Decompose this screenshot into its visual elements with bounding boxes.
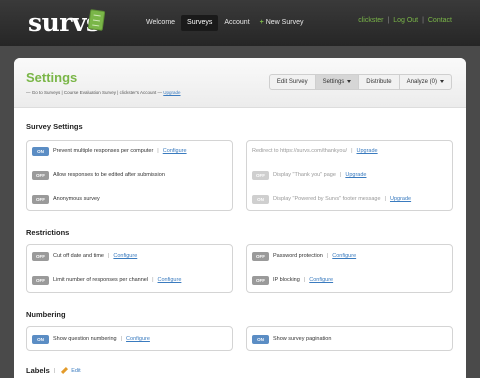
chevron-down-icon <box>347 79 352 83</box>
page-header: Settings — Go to Surveys | Course Evalua… <box>14 58 466 108</box>
upgrade-link[interactable]: Upgrade <box>390 196 411 202</box>
separator: | <box>326 253 329 259</box>
setting-label: Anonymous survey <box>53 196 100 202</box>
restrictions-right-box: OFF Password protection | Configure OFF … <box>246 244 453 293</box>
nav-account[interactable]: Account <box>218 15 255 31</box>
separator: | <box>53 367 56 374</box>
setting-label: Cut off date and time <box>53 253 104 259</box>
labels-edit-link[interactable]: Edit <box>71 368 80 374</box>
numbering-right-box: ON Show survey pagination <box>246 326 453 351</box>
setting-row: OFF Cut off date and time | Configure <box>32 251 137 261</box>
upgrade-link[interactable]: Upgrade <box>357 148 378 154</box>
page-title: Settings <box>26 70 78 85</box>
tab-settings-label: Settings <box>322 79 345 85</box>
toggle-switch[interactable]: OFF <box>252 251 269 261</box>
separator: | <box>351 148 353 154</box>
nav-welcome: Welcome <box>146 19 176 26</box>
toggle-switch[interactable]: OFF <box>32 170 49 180</box>
setting-label: Display "Powered by Survs" footer messag… <box>273 196 381 202</box>
separator: | <box>120 336 123 342</box>
toggle-switch[interactable]: OFF <box>252 275 269 285</box>
chevron-down-icon <box>440 79 444 83</box>
setting-label: Password protection <box>273 253 323 259</box>
setting-label: Limit number of responses per channel <box>53 277 149 283</box>
nav-new-survey[interactable]: New Survey <box>266 15 310 31</box>
breadcrumb-upgrade-link[interactable]: Upgrade <box>163 90 180 95</box>
setting-row: OFF Limit number of responses per channe… <box>32 275 181 285</box>
configure-link[interactable]: Configure <box>309 277 333 283</box>
logout-link[interactable]: Log Out <box>393 17 418 24</box>
tab-analyze[interactable]: Analyze (0) <box>400 75 451 89</box>
separator: | <box>422 17 424 24</box>
contact-link[interactable]: Contact <box>428 17 452 24</box>
separator: | <box>157 148 159 154</box>
setting-row: OFF IP blocking | Configure <box>252 275 333 285</box>
plus-icon: + <box>259 19 264 26</box>
separator: | <box>384 196 386 202</box>
setting-label: Redirect to https://survs.com/thankyou/ <box>252 148 348 154</box>
user-menu: clickster | Log Out | Contact <box>358 17 452 24</box>
top-bar: survs Welcome Surveys Account + New Surv… <box>0 0 480 46</box>
upgrade-link[interactable]: Upgrade <box>345 172 366 178</box>
setting-row: OFF Allow responses to be edited after s… <box>32 170 165 180</box>
section-numbering: Numbering <box>26 310 66 319</box>
labels-header: Labels | Edit <box>26 366 81 375</box>
tab-settings[interactable]: Settings <box>315 75 360 89</box>
toggle-switch[interactable]: OFF <box>32 251 49 261</box>
tab-analyze-label: Analyze (0) <box>406 79 437 85</box>
separator: | <box>339 172 342 178</box>
setting-row: ON Show survey pagination <box>252 334 331 344</box>
survey-tabs: Edit Survey Settings Distribute Analyze … <box>268 74 452 90</box>
setting-label: IP blocking <box>273 277 300 283</box>
setting-row: ON Display "Powered by Survs" footer mes… <box>252 194 411 204</box>
toggle-switch[interactable]: ON <box>252 334 269 344</box>
setting-row: Redirect to https://survs.com/thankyou/ … <box>252 146 378 156</box>
toggle-switch: OFF <box>252 170 269 180</box>
survey-settings-right-box: Redirect to https://survs.com/thankyou/ … <box>246 140 453 211</box>
section-survey-settings: Survey Settings <box>26 122 83 131</box>
setting-row: ON Show question numbering | Configure <box>32 334 150 344</box>
setting-label: Display "Thank you" page <box>273 172 336 178</box>
setting-label: Allow responses to be edited after submi… <box>53 172 165 178</box>
tab-distribute[interactable]: Distribute <box>359 75 400 89</box>
separator: | <box>107 253 110 259</box>
setting-row: OFF Password protection | Configure <box>252 251 356 261</box>
toggle-switch: ON <box>252 194 269 204</box>
survey-settings-left-box: ON Prevent multiple responses per comput… <box>26 140 233 211</box>
configure-link[interactable]: Configure <box>126 336 150 342</box>
pencil-icon <box>61 366 69 375</box>
setting-row: OFF Display "Thank you" page | Upgrade <box>252 170 366 180</box>
toggle-switch[interactable]: OFF <box>32 194 49 204</box>
user-name[interactable]: clickster <box>358 17 383 24</box>
separator: | <box>303 277 306 283</box>
main-nav: Welcome Surveys Account + New Survey <box>140 15 309 31</box>
settings-panel: Settings — Go to Surveys | Course Evalua… <box>14 58 466 378</box>
breadcrumb-text[interactable]: — Go to Surveys | Course Evaluation Surv… <box>26 90 162 95</box>
configure-link[interactable]: Configure <box>163 148 187 154</box>
breadcrumb: — Go to Surveys | Course Evaluation Surv… <box>26 90 181 95</box>
numbering-left-box: ON Show question numbering | Configure <box>26 326 233 351</box>
setting-label: Prevent multiple responses per computer <box>53 148 154 154</box>
section-restrictions: Restrictions <box>26 228 70 237</box>
toggle-switch[interactable]: ON <box>32 334 49 344</box>
setting-row: OFF Anonymous survey <box>32 194 100 204</box>
separator: | <box>387 17 390 24</box>
separator: | <box>152 277 154 283</box>
configure-link[interactable]: Configure <box>158 277 182 283</box>
tab-edit-survey[interactable]: Edit Survey <box>270 75 316 89</box>
section-labels: Labels <box>26 366 50 375</box>
toggle-switch[interactable]: OFF <box>32 275 49 285</box>
setting-row: ON Prevent multiple responses per comput… <box>32 146 187 156</box>
setting-label: Show survey pagination <box>273 336 332 342</box>
restrictions-left-box: OFF Cut off date and time | Configure OF… <box>26 244 233 293</box>
configure-link[interactable]: Configure <box>332 253 356 259</box>
configure-link[interactable]: Configure <box>113 253 137 259</box>
nav-surveys[interactable]: Surveys <box>181 15 219 31</box>
setting-label: Show question numbering <box>53 336 117 342</box>
logo-notepad-icon <box>87 9 106 31</box>
toggle-switch[interactable]: ON <box>32 146 49 156</box>
